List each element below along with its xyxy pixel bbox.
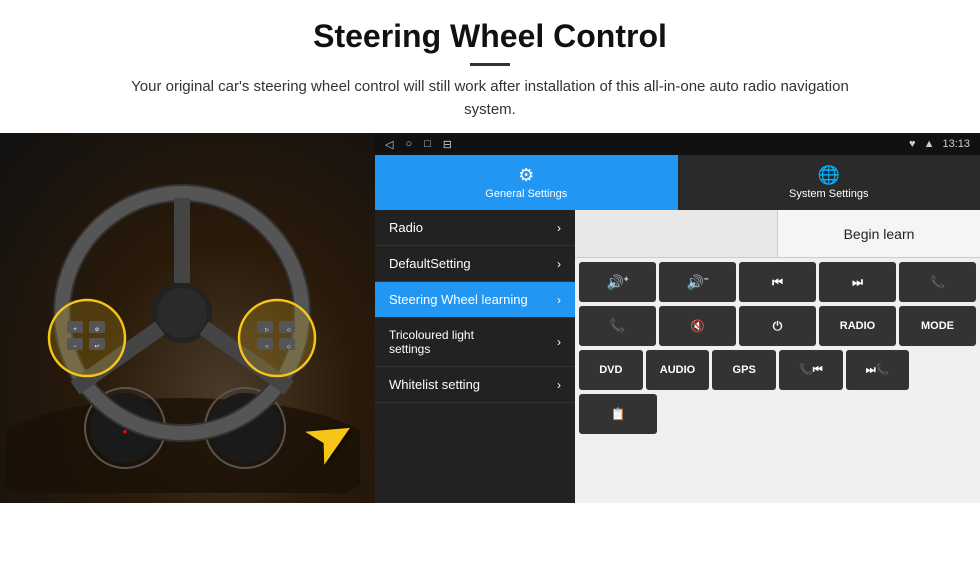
location-icon: ♥	[909, 138, 916, 150]
svg-text:↩: ↩	[94, 344, 99, 350]
call-prev-icon: 📞⏮	[799, 363, 823, 377]
menu-radio-label: Radio	[389, 220, 423, 235]
hang-up-button[interactable]: 📞	[579, 306, 656, 346]
prev-icon: ⏮	[772, 275, 783, 290]
nav-icons: ◁ ○ □ ⊟	[385, 138, 452, 151]
button-grid-row2: 📞 🔇 ⏻ RADIO MODE	[575, 306, 980, 350]
menu-item-whitelist[interactable]: Whitelist setting ›	[375, 367, 575, 403]
audio-button[interactable]: AUDIO	[646, 350, 710, 390]
status-bar: ◁ ○ □ ⊟ ♥ ▲ 13:13	[375, 133, 980, 155]
vol-down-icon: 🔊−	[686, 274, 708, 291]
svg-text:⚙: ⚙	[95, 327, 100, 333]
list-icon: 📋	[611, 407, 626, 421]
gps-label: GPS	[733, 364, 756, 376]
home-icon: ○	[405, 138, 412, 150]
menu-whitelist-arrow: ›	[557, 378, 561, 392]
hang-up-icon: 📞	[609, 318, 625, 334]
tab-system-settings[interactable]: 🌐 System Settings	[678, 155, 980, 210]
dvd-button[interactable]: DVD	[579, 350, 643, 390]
menu-radio-arrow: ›	[557, 221, 561, 235]
svg-text:−: −	[73, 344, 77, 350]
radio-label: RADIO	[840, 320, 875, 332]
menu-default-arrow: ›	[557, 257, 561, 271]
mode-label: MODE	[921, 320, 954, 332]
menu-item-steering[interactable]: Steering Wheel learning ›	[375, 282, 575, 318]
page-wrapper: Steering Wheel Control Your original car…	[0, 0, 980, 503]
menu-whitelist-label: Whitelist setting	[389, 377, 480, 392]
main-content: Radio › DefaultSetting › Steering Wheel …	[375, 210, 980, 503]
gps-button[interactable]: GPS	[712, 350, 776, 390]
call-prev-button[interactable]: 📞⏮	[779, 350, 843, 390]
list-button[interactable]: 📋	[579, 394, 657, 434]
radio-button[interactable]: RADIO	[819, 306, 896, 346]
call-icon: 📞	[930, 275, 945, 289]
svg-text:▷: ▷	[265, 327, 269, 333]
menu-default-label: DefaultSetting	[389, 256, 471, 271]
steering-wheel-image: ● +	[0, 133, 375, 503]
menu-icon: ⊟	[443, 138, 452, 151]
svg-text:◇: ◇	[287, 344, 291, 350]
menu-steering-label: Steering Wheel learning	[389, 292, 528, 307]
button-grid-row3: DVD AUDIO GPS 📞⏮ ⏭📞	[575, 350, 980, 394]
settings-icon: ⚙	[518, 165, 534, 186]
button-grid-row1: 🔊+ 🔊− ⏮ ⏭ 📞	[575, 258, 980, 306]
subtitle-text: Your original car's steering wheel contr…	[110, 76, 870, 121]
next-button[interactable]: ⏭	[819, 262, 896, 302]
mute-icon: 🔇	[690, 319, 705, 333]
top-row: Begin learn	[575, 210, 980, 258]
tab-general-settings[interactable]: ⚙ General Settings	[375, 155, 678, 210]
svg-text:+: +	[73, 327, 77, 333]
vol-up-icon: 🔊+	[606, 274, 628, 291]
empty-box	[575, 210, 778, 257]
call-next-button[interactable]: ⏭📞	[846, 350, 910, 390]
menu-steering-arrow: ›	[557, 293, 561, 307]
svg-text:◇: ◇	[287, 327, 291, 333]
header-section: Steering Wheel Control Your original car…	[0, 0, 980, 133]
android-panel: ◁ ○ □ ⊟ ♥ ▲ 13:13 ⚙ General Settings	[375, 133, 980, 503]
menu-item-default[interactable]: DefaultSetting ›	[375, 246, 575, 282]
prev-button[interactable]: ⏮	[739, 262, 816, 302]
page-title: Steering Wheel Control	[60, 18, 920, 55]
left-menu: Radio › DefaultSetting › Steering Wheel …	[375, 210, 575, 503]
menu-item-radio[interactable]: Radio ›	[375, 210, 575, 246]
vol-up-button[interactable]: 🔊+	[579, 262, 656, 302]
mode-button[interactable]: MODE	[899, 306, 976, 346]
right-panel: Begin learn 🔊+ 🔊− ⏮	[575, 210, 980, 503]
tab-bar: ⚙ General Settings 🌐 System Settings	[375, 155, 980, 210]
power-button[interactable]: ⏻	[739, 306, 816, 346]
svg-text:○: ○	[265, 344, 269, 350]
recents-icon: □	[424, 138, 431, 150]
menu-item-tricolour[interactable]: Tricoloured lightsettings ›	[375, 318, 575, 367]
menu-tricolour-arrow: ›	[557, 335, 561, 349]
back-icon: ◁	[385, 138, 393, 151]
menu-tricolour-label: Tricoloured lightsettings	[389, 328, 474, 356]
system-icon: 🌐	[818, 165, 840, 186]
power-icon: ⏻	[773, 319, 783, 334]
content-area: ● +	[0, 133, 980, 503]
mute-button[interactable]: 🔇	[659, 306, 736, 346]
audio-label: AUDIO	[660, 364, 695, 376]
button-row4: 📋	[575, 394, 980, 438]
vol-down-button[interactable]: 🔊−	[659, 262, 736, 302]
clock: 13:13	[942, 138, 970, 150]
begin-learn-button[interactable]: Begin learn	[778, 210, 980, 257]
call-next-icon: ⏭📞	[866, 363, 890, 377]
status-right: ♥ ▲ 13:13	[909, 138, 970, 150]
tab-system-label: System Settings	[789, 188, 868, 200]
tab-general-label: General Settings	[485, 188, 567, 200]
next-icon: ⏭	[852, 275, 863, 290]
title-divider	[470, 63, 510, 66]
call-button[interactable]: 📞	[899, 262, 976, 302]
wifi-icon: ▲	[924, 138, 935, 150]
dvd-label: DVD	[599, 364, 622, 376]
